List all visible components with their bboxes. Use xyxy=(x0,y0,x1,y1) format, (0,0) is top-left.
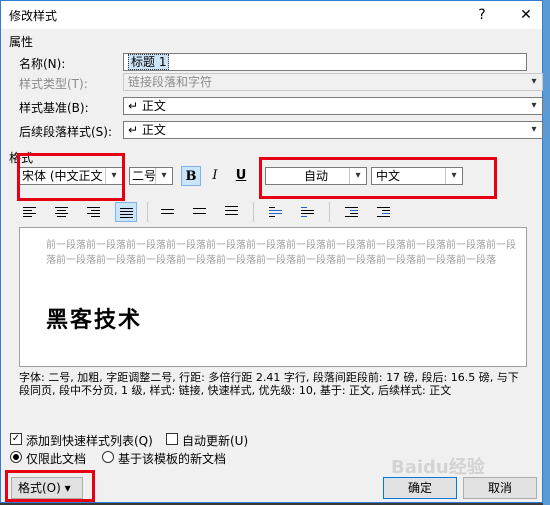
language-select[interactable]: 中文 ▾ xyxy=(371,167,463,185)
preview-sample-text: 黑客技术 xyxy=(46,307,143,333)
chevron-down-icon[interactable]: ▾ xyxy=(349,168,366,184)
justify-icon xyxy=(120,208,133,218)
previous-paragraph-text: 前一段落前一段落前一段落前一段落前一段落前一段落前一段落前一段落前一段落前一段落… xyxy=(46,240,516,266)
font-select[interactable]: 宋体 (中文正文 ▾ xyxy=(19,167,123,185)
style-type-label: 样式类型(T): xyxy=(19,77,88,91)
style-preview-pane: 前一段落前一段落前一段落前一段落前一段落前一段落前一段落前一段落前一段落前一段落… xyxy=(19,227,527,367)
chevron-down-icon[interactable]: ▾ xyxy=(526,122,542,138)
auto-update-checkbox[interactable] xyxy=(166,433,178,445)
ok-button[interactable]: 确定 xyxy=(383,477,457,499)
single-spacing-button[interactable] xyxy=(157,202,179,222)
decrease-indent-icon xyxy=(345,207,358,217)
font-size-select[interactable]: 二号 ▾ xyxy=(129,167,173,185)
align-center-icon xyxy=(55,207,68,217)
toolbar-separator xyxy=(329,202,330,222)
paragraph-mark-icon: ↵ xyxy=(128,99,139,113)
increase-spacing-button[interactable] xyxy=(265,202,287,222)
bold-button[interactable]: B xyxy=(181,166,201,186)
chevron-down-icon[interactable]: ▾ xyxy=(155,168,172,184)
chevron-down-icon: ▾ xyxy=(531,76,537,87)
align-right-button[interactable] xyxy=(83,202,105,222)
single-spacing-icon xyxy=(161,209,174,219)
toolbar-separator xyxy=(147,202,148,222)
dialog-title: 修改样式 xyxy=(9,9,58,23)
font-color-select[interactable]: 自动 ▾ xyxy=(265,167,367,185)
dropdown-triangle-icon: ▾ xyxy=(64,481,71,495)
chevron-down-icon[interactable]: ▾ xyxy=(105,168,122,184)
align-left-icon xyxy=(23,207,36,217)
add-quick-style-label[interactable]: 添加到快速样式列表(Q) xyxy=(26,432,153,449)
new-documents-label[interactable]: 基于该模板的新文档 xyxy=(118,450,226,467)
help-button[interactable]: ? xyxy=(467,1,497,29)
toolbar-separator xyxy=(253,202,254,222)
chevron-down-icon[interactable]: ▾ xyxy=(445,168,462,184)
format-menu-button[interactable]: 格式(O) ▾ xyxy=(11,477,83,499)
modify-style-dialog: 修改样式 ? ✕ 属性 名称(N): 标题 1 样式类型(T): 链接段落和字符… xyxy=(0,0,543,503)
align-left-button[interactable] xyxy=(19,202,41,222)
based-on-select[interactable]: ↵ 正文 ▾ xyxy=(123,97,543,115)
add-quick-style-checkbox[interactable]: ✓ xyxy=(10,433,22,445)
justify-button[interactable] xyxy=(115,202,137,222)
new-documents-radio[interactable] xyxy=(102,451,114,463)
increase-indent-icon xyxy=(377,207,390,217)
based-on-label: 样式基准(B): xyxy=(19,101,89,115)
decrease-spacing-icon xyxy=(301,207,314,217)
next-style-label: 后续段落样式(S): xyxy=(19,125,113,139)
double-spacing-button[interactable] xyxy=(221,202,243,222)
only-this-document-radio[interactable] xyxy=(10,451,22,463)
align-center-button[interactable] xyxy=(51,202,73,222)
name-input[interactable]: 标题 1 xyxy=(123,53,527,71)
underline-button[interactable]: U xyxy=(231,166,251,186)
format-section-label: 格式 xyxy=(9,151,34,165)
one-half-spacing-button[interactable] xyxy=(189,202,211,222)
style-description: 字体: 二号, 加粗, 字距调整二号, 行距: 多倍行距 2.41 字行, 段落… xyxy=(19,371,519,397)
style-type-select: 链接段落和字符 ▾ xyxy=(123,73,543,91)
auto-update-label[interactable]: 自动更新(U) xyxy=(182,432,248,449)
only-this-document-label[interactable]: 仅限此文档 xyxy=(26,450,86,467)
increase-spacing-icon xyxy=(269,207,282,217)
cancel-button[interactable]: 取消 xyxy=(463,477,537,499)
align-right-icon xyxy=(87,207,100,217)
close-button[interactable]: ✕ xyxy=(511,1,541,29)
next-style-select[interactable]: ↵ 正文 ▾ xyxy=(123,121,543,139)
increase-indent-button[interactable] xyxy=(373,202,395,222)
decrease-spacing-button[interactable] xyxy=(297,202,319,222)
properties-section-label: 属性 xyxy=(9,35,34,49)
decrease-indent-button[interactable] xyxy=(341,202,363,222)
title-bar: 修改样式 ? ✕ xyxy=(1,1,542,29)
double-spacing-icon xyxy=(225,206,238,216)
baidu-watermark: Baidu经验 xyxy=(391,457,485,478)
one-half-spacing-icon xyxy=(193,208,206,218)
italic-button[interactable]: I xyxy=(205,166,225,186)
name-label: 名称(N): xyxy=(19,57,66,71)
background-window-edge xyxy=(543,0,550,505)
chevron-down-icon[interactable]: ▾ xyxy=(526,98,542,114)
paragraph-mark-icon: ↵ xyxy=(128,123,139,137)
